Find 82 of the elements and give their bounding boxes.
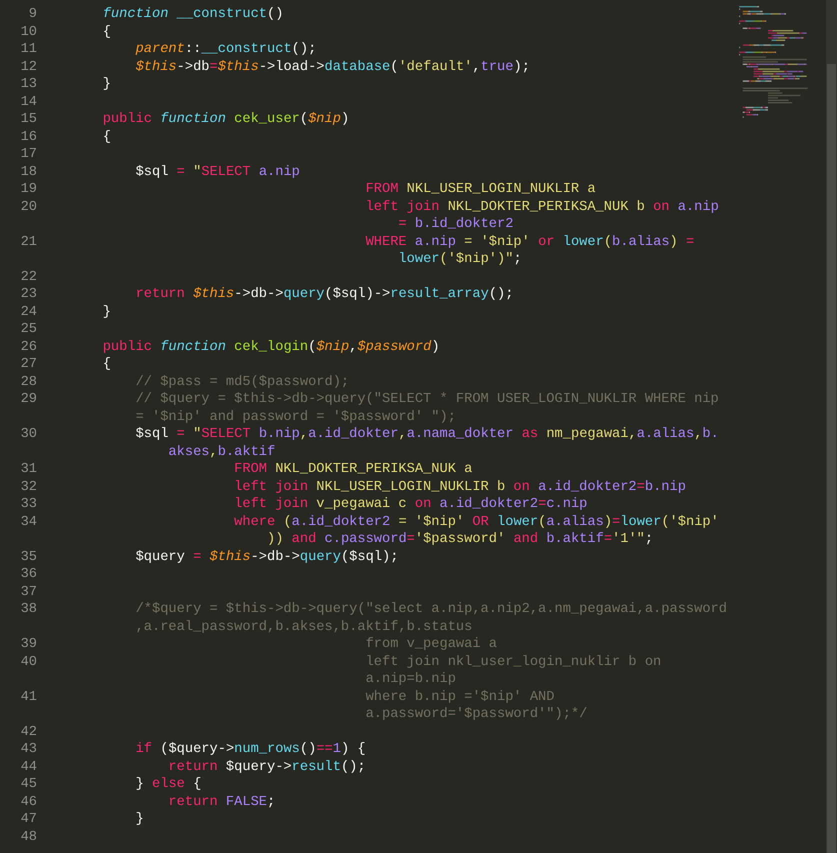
code-line: return $query->result(); <box>168 758 366 776</box>
line-number: 42 <box>20 724 37 741</box>
code-line: )) and c.password='$password' and b.aktif='1'"; <box>267 531 654 548</box>
line-number: 25 <box>20 321 37 338</box>
code-line: $sql = "SELECT a.nip <box>136 164 300 181</box>
line-number: 23 <box>20 286 37 304</box>
code-line: { <box>102 128 111 146</box>
scrollbar[interactable] <box>826 0 837 853</box>
code-line: if ($query->num_rows()==1) { <box>136 741 366 758</box>
code-line: { <box>102 24 111 41</box>
line-number: 32 <box>20 478 37 496</box>
code-line: } <box>102 76 111 94</box>
code-line: left join v_pegawai c on a.id_dokter2=c.nip <box>234 496 588 514</box>
code-line: from v_pegawai a <box>366 636 497 654</box>
line-number: 28 <box>20 374 37 391</box>
code-line: = b.id_dokter2 <box>398 216 514 234</box>
line-number: 47 <box>20 811 37 828</box>
line-number: 22 <box>20 268 37 286</box>
line-number: 12 <box>20 58 37 76</box>
line-number: 19 <box>20 181 37 198</box>
code-line: left join NKL_USER_LOGIN_NUKLIR b on a.id_dokter2=b.nip <box>234 478 686 496</box>
code-line: public function cek_login($nip,$password) <box>102 338 440 356</box>
line-number: 20 <box>20 198 37 216</box>
line-number: 40 <box>20 654 37 671</box>
code-line: $query = $this->db->query($sql); <box>136 548 398 566</box>
code-line: public function cek_user($nip) <box>102 111 350 128</box>
line-number: 10 <box>20 24 37 41</box>
line-number: 38 <box>20 601 37 618</box>
line-number: 34 <box>20 514 37 531</box>
line-number: 14 <box>20 94 37 111</box>
code-line: FROM NKL_USER_LOGIN_NUKLIR a <box>366 181 596 198</box>
code-line: } <box>102 304 111 321</box>
line-number: 21 <box>20 234 37 251</box>
line-number: 46 <box>20 794 37 811</box>
code-line: function __construct() <box>102 6 284 24</box>
code-line: a.nip=b.nip <box>366 671 456 688</box>
scrollbar-thumb[interactable] <box>827 64 836 853</box>
line-number: 33 <box>20 496 37 514</box>
line-number: 30 <box>20 426 37 444</box>
line-number: 37 <box>20 584 37 601</box>
line-number: 15 <box>20 111 37 128</box>
line-number: 29 <box>20 391 37 408</box>
code-line: /*$query = $this->db->query("select a.nip,a.nip2,a.nm_pegawai,a.password <box>136 601 727 618</box>
code-line: = '$nip' and password = '$password' "); <box>136 408 456 426</box>
code-line: // $query = $this->db->query("SELECT * FROM USER_LOGIN_NUKLIR WHERE nip <box>136 391 719 408</box>
line-number: 41 <box>20 688 37 706</box>
code-line: // $pass = md5($password); <box>136 374 350 391</box>
line-number: 43 <box>20 741 37 758</box>
code-line: } <box>136 811 144 828</box>
code-line: where b.nip ='$nip' AND <box>366 688 554 706</box>
code-line: akses,b.aktif <box>168 444 276 461</box>
code-line: FROM NKL_DOKTER_PERIKSA_NUK a <box>234 461 472 478</box>
line-number: 45 <box>20 776 37 794</box>
code-line: WHERE a.nip = '$nip' or lower(b.alias) = <box>366 234 694 251</box>
line-number: 35 <box>20 548 37 566</box>
code-line: return $this->db->query($sql)->result_array(); <box>136 286 514 304</box>
line-number: 31 <box>20 461 37 478</box>
code-line: parent::__construct(); <box>136 41 316 58</box>
line-number: 36 <box>20 566 37 584</box>
code-line: $sql = "SELECT b.nip,a.id_dokter,a.nama_dokter as nm_pegawai,a.alias,b. <box>136 426 719 444</box>
code-line: lower('$nip')"; <box>398 251 522 268</box>
code-line: { <box>102 356 111 374</box>
code-line: left join nkl_user_login_nuklir b on <box>366 654 662 671</box>
line-number: 13 <box>20 76 37 94</box>
line-number: 27 <box>20 356 37 374</box>
line-number: 26 <box>20 338 37 356</box>
line-number: 24 <box>20 304 37 321</box>
line-number: 39 <box>20 636 37 654</box>
line-number: 11 <box>20 41 37 58</box>
code-line: } else { <box>136 776 202 794</box>
line-number: 48 <box>20 828 37 846</box>
code-line: where (a.id_dokter2 = '$nip' OR lower(a.alias)=lower('$nip' <box>234 514 719 531</box>
code-line: return FALSE; <box>168 794 276 811</box>
code-line: a.password='$password'");*/ <box>366 706 588 724</box>
line-number: 17 <box>20 146 37 164</box>
code-line: left join NKL_DOKTER_PERIKSA_NUK b on a.nip <box>366 198 719 216</box>
line-number: 44 <box>20 758 37 776</box>
code-line: $this->db=$this->load->database('default',true); <box>136 58 530 76</box>
code-line: ,a.real_password,b.akses,b.aktif,b.status <box>136 618 472 636</box>
line-number: 16 <box>20 128 37 146</box>
line-number: 18 <box>20 164 37 181</box>
line-number: 9 <box>28 6 37 24</box>
